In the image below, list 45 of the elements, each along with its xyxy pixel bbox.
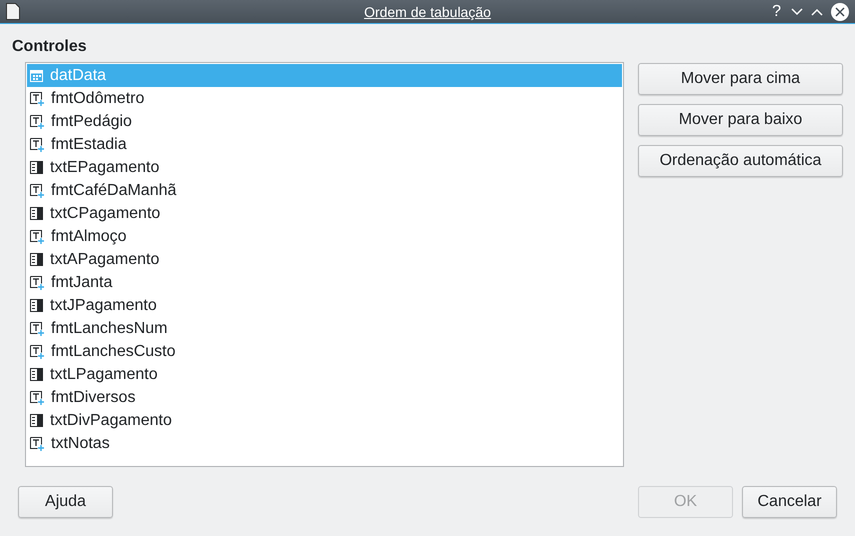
formatted-field-icon [30, 436, 44, 450]
formatted-field-icon [30, 184, 44, 198]
text-field-icon [30, 207, 43, 220]
text-field-icon [30, 161, 43, 174]
list-item[interactable]: fmtDiversos [27, 386, 622, 409]
calendar-icon [30, 69, 43, 82]
list-item[interactable]: fmtPedágio [27, 110, 622, 133]
move-button[interactable]: Mover para cima [638, 63, 843, 95]
formatted-field-icon [30, 322, 44, 336]
move-button[interactable]: Ordenação automática [638, 145, 843, 177]
formatted-field-icon [30, 276, 44, 290]
list-item[interactable]: txtJPagamento [27, 294, 622, 317]
formatted-field-icon [30, 92, 44, 106]
text-field-icon [30, 368, 43, 381]
list-item[interactable]: fmtLanchesNum [27, 317, 622, 340]
maximize-icon[interactable] [811, 8, 823, 16]
list-item[interactable]: txtLPagamento [27, 363, 622, 386]
formatted-field-icon [30, 138, 44, 152]
text-field-icon [30, 253, 43, 266]
list-item[interactable]: fmtEstadia [27, 133, 622, 156]
formatted-field-icon [30, 344, 44, 358]
list-item[interactable]: txtCPagamento [27, 202, 622, 225]
help-button[interactable]: Ajuda [18, 486, 113, 518]
list-item[interactable]: fmtOdômetro [27, 87, 622, 110]
minimize-icon[interactable] [791, 8, 803, 16]
formatted-field-icon [30, 390, 44, 404]
formatted-field-icon [30, 230, 44, 244]
move-button[interactable]: Mover para baixo [638, 104, 843, 136]
list-item[interactable]: fmtCaféDaManhã [27, 179, 622, 202]
list-item[interactable]: txtEPagamento [27, 156, 622, 179]
section-title: Controles [12, 38, 87, 56]
help-button[interactable]: ? [770, 2, 783, 20]
list-item[interactable]: txtNotas [27, 432, 622, 455]
list-item[interactable]: fmtJanta [27, 271, 622, 294]
document-icon [6, 3, 20, 20]
list-item[interactable]: fmtLanchesCusto [27, 340, 622, 363]
list-item[interactable]: txtAPagamento [27, 248, 622, 271]
list-item[interactable]: fmtAlmoço [27, 225, 622, 248]
close-icon[interactable] [831, 2, 849, 20]
list-item[interactable]: txtDivPagamento [27, 409, 622, 432]
formatted-field-icon [30, 114, 44, 128]
window-title: Ordem de tabulação [364, 4, 491, 20]
dialog-button[interactable]: Cancelar [742, 486, 837, 518]
text-field-icon [30, 414, 43, 427]
text-field-icon [30, 299, 43, 312]
